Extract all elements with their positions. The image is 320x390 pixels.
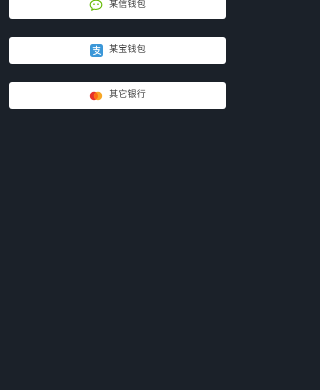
- alipay-icon: [89, 44, 103, 58]
- payment-options-list: 某信钱包 某宝钱包 其它银行: [0, 0, 235, 390]
- alipay-wallet-label: 某宝钱包: [109, 45, 146, 55]
- wechat-icon: [89, 0, 103, 13]
- other-bank-label: 其它银行: [109, 90, 146, 100]
- other-bank-button[interactable]: 其它银行: [9, 82, 226, 109]
- mastercard-icon: [89, 89, 103, 103]
- alipay-wallet-button[interactable]: 某宝钱包: [9, 37, 226, 64]
- wechat-wallet-label: 某信钱包: [109, 0, 146, 10]
- wechat-wallet-button[interactable]: 某信钱包: [9, 0, 226, 19]
